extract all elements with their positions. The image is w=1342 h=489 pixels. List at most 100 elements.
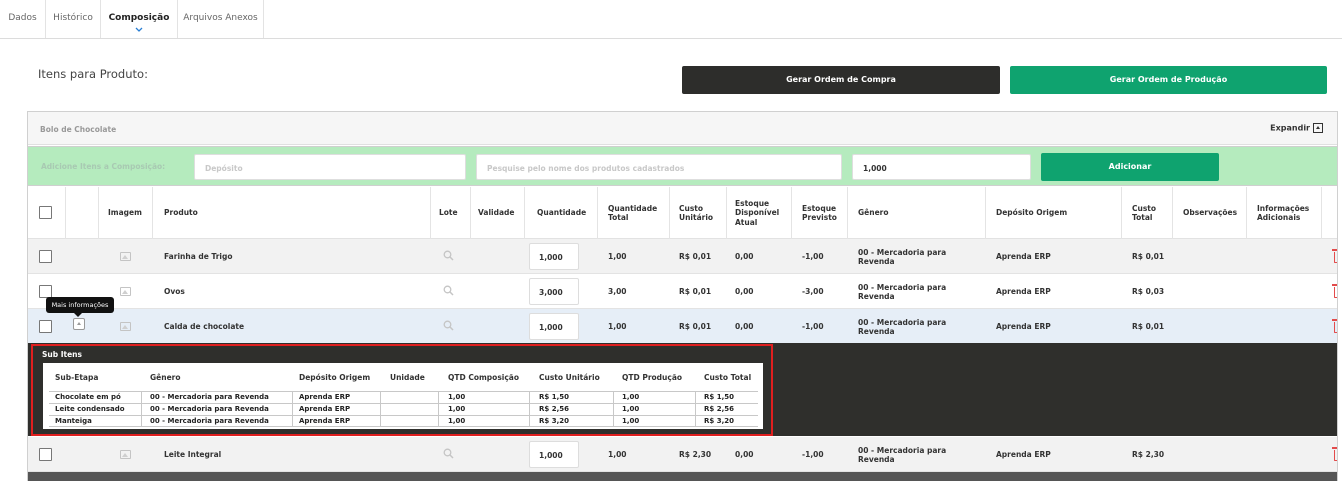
panel-header: Bolo de Chocolate Expandir <box>28 112 1337 145</box>
trash-icon[interactable] <box>1332 319 1337 333</box>
sub-unit-cost: R$ 2,56 <box>539 405 569 413</box>
expand-icon <box>1313 123 1323 133</box>
horizontal-scrollbar[interactable] <box>28 472 1337 481</box>
sub-col-genre: Gênero <box>150 372 181 382</box>
image-placeholder-icon <box>120 287 131 296</box>
col-total-quantity: Quantidade Total <box>608 203 658 222</box>
sub-col-unit-cost: Custo Unitário <box>539 372 600 382</box>
sub-qty-production: 1,00 <box>622 417 640 425</box>
sub-genre: 00 - Mercadoria para Revenda <box>150 417 269 425</box>
stock-available: 0,00 <box>735 287 754 296</box>
genre: 00 - Mercadoria para Revenda <box>858 445 947 464</box>
stock-forecast: -1,00 <box>802 252 824 261</box>
stock-available: 0,00 <box>735 450 754 459</box>
sub-deposit: Aprenda ERP <box>299 417 351 425</box>
sub-qty-composition: 1,00 <box>448 393 466 401</box>
image-placeholder-icon <box>120 450 131 459</box>
genre: 00 - Mercadoria para Revenda <box>858 317 947 336</box>
col-origin-deposit: Depósito Origem <box>996 208 1068 218</box>
product-name: Ovos <box>164 287 185 296</box>
table-header: Imagem Produto Lote Validade Quantidade … <box>28 187 1337 239</box>
quantity-field[interactable]: 1,000 <box>529 243 579 270</box>
sub-genre: 00 - Mercadoria para Revenda <box>150 393 269 401</box>
row-checkbox[interactable] <box>39 320 52 333</box>
quantity-field[interactable]: 3,000 <box>529 278 579 305</box>
tab-dados[interactable]: Dados <box>0 0 46 38</box>
stock-forecast: -1,00 <box>802 450 824 459</box>
tab-label: Histórico <box>53 13 93 23</box>
sub-items-title: Sub Itens <box>42 350 82 359</box>
add-items-label: Adicione Itens a Composição: <box>41 162 166 171</box>
tab-historico[interactable]: Histórico <box>46 0 101 38</box>
sub-col-divider <box>380 391 381 426</box>
tab-label: Arquivos Anexos <box>183 13 258 23</box>
composition-panel: Bolo de Chocolate Expandir Adicione Iten… <box>27 111 1338 481</box>
sub-step: Leite condensado <box>55 405 125 413</box>
expand-button[interactable]: Expandir <box>1270 123 1323 133</box>
sub-qty-production: 1,00 <box>622 393 640 401</box>
tab-arquivos-anexos[interactable]: Arquivos Anexos <box>178 0 264 38</box>
sub-unit-cost: R$ 3,20 <box>539 417 569 425</box>
trash-icon[interactable] <box>1332 284 1337 298</box>
unit-cost: R$ 2,30 <box>679 450 712 459</box>
col-validity: Validade <box>478 208 515 218</box>
generate-production-order-button[interactable]: Gerar Ordem de Produção <box>1010 66 1327 94</box>
chevron-down-icon <box>135 27 143 32</box>
trash-icon[interactable] <box>1332 249 1337 263</box>
sub-qty-composition: 1,00 <box>448 417 466 425</box>
more-info-icon[interactable] <box>73 318 85 330</box>
col-lot: Lote <box>439 208 458 218</box>
genre: 00 - Mercadoria para Revenda <box>858 247 947 266</box>
sub-col-qty-production: QTD Produção <box>622 372 683 382</box>
sub-step: Chocolate em pó <box>55 393 121 401</box>
sub-total-cost: R$ 3,20 <box>704 417 734 425</box>
product-search-input[interactable]: Pesquise pelo nome dos produtos cadastra… <box>476 154 842 180</box>
sub-col-unit: Unidade <box>390 372 425 382</box>
deposit-input[interactable]: Depósito <box>194 154 466 180</box>
quantity-field[interactable]: 1,000 <box>529 313 579 340</box>
sub-total-cost: R$ 2,56 <box>704 405 734 413</box>
col-stock-forecast: Estoque Previsto <box>802 203 837 222</box>
col-additional-info: Informações Adicionais <box>1257 203 1310 222</box>
stock-forecast: -3,00 <box>802 287 824 296</box>
total-cost: R$ 0,01 <box>1132 252 1165 261</box>
search-lot-icon[interactable] <box>443 250 454 261</box>
table-row: Ovos 3,000 3,00 R$ 0,01 0,00 -3,00 00 - … <box>28 274 1337 309</box>
col-stock-available: Estoque Disponível Atual <box>735 198 780 227</box>
stock-available: 0,00 <box>735 322 754 331</box>
generate-purchase-order-button[interactable]: Gerar Ordem de Compra <box>682 66 1000 94</box>
sub-qty-production: 1,00 <box>622 405 640 413</box>
sub-unit-cost: R$ 1,50 <box>539 393 569 401</box>
search-lot-icon[interactable] <box>443 320 454 331</box>
trash-icon[interactable] <box>1332 447 1337 461</box>
origin-deposit: Aprenda ERP <box>996 450 1051 459</box>
unit-cost: R$ 0,01 <box>679 287 712 296</box>
quantity-field[interactable]: 1,000 <box>529 441 579 468</box>
add-button[interactable]: Adicionar <box>1041 153 1219 181</box>
origin-deposit: Aprenda ERP <box>996 322 1051 331</box>
product-name: Calda de chocolate <box>164 322 245 331</box>
sub-col-divider <box>438 391 439 426</box>
tab-label: Composição <box>108 13 170 23</box>
sub-col-qty-composition: QTD Composição <box>448 372 520 382</box>
tab-composicao[interactable]: Composição <box>101 0 178 38</box>
section-title: Itens para Produto: <box>38 67 148 81</box>
product-name: Leite Integral <box>164 450 222 459</box>
total-quantity: 1,00 <box>608 322 627 331</box>
sub-col-deposit: Depósito Origem <box>299 372 371 382</box>
tab-label: Dados <box>8 13 37 23</box>
sub-col-divider <box>292 391 293 426</box>
sub-col-divider <box>529 391 530 426</box>
search-lot-icon[interactable] <box>443 448 454 459</box>
search-lot-icon[interactable] <box>443 285 454 296</box>
quantity-input[interactable]: 1,000 <box>852 154 1031 180</box>
sub-col-total-cost: Custo Total <box>704 372 752 382</box>
unit-cost: R$ 0,01 <box>679 322 712 331</box>
select-all-checkbox[interactable] <box>39 206 52 219</box>
image-placeholder-icon <box>120 252 131 261</box>
sub-col-divider <box>141 391 142 426</box>
col-total-cost: Custo Total <box>1132 203 1157 222</box>
add-items-bar: Adicione Itens a Composição: Depósito Pe… <box>28 146 1337 186</box>
row-checkbox[interactable] <box>39 448 52 461</box>
row-checkbox[interactable] <box>39 250 52 263</box>
